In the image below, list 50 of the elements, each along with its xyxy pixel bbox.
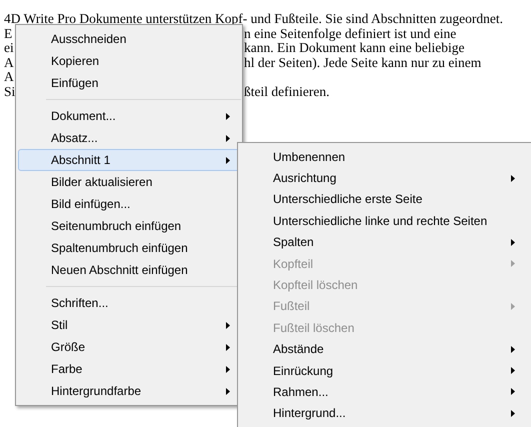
text-line: 4D Write Pro Dokumente unterstützen Kopf- und Fußteile. Sie sind Abschnitten zugeordnet.: [4, 12, 503, 27]
menu-item[interactable]: Bilder aktualisieren: [18, 171, 240, 193]
menu-item[interactable]: Hintergrund...: [240, 402, 529, 424]
submenu-arrow-icon: [226, 322, 230, 328]
menu-item[interactable]: Hintergrundfarbe: [18, 380, 240, 402]
menu-item[interactable]: Größe: [18, 336, 240, 358]
menu-item[interactable]: Einrückung: [240, 360, 529, 382]
menu-item[interactable]: Neuen Abschnitt einfügen: [18, 259, 240, 281]
submenu-arrow-icon: [511, 388, 515, 396]
submenu-arrow-icon: [511, 410, 515, 417]
submenu-arrow-icon: [226, 112, 230, 120]
menu-item[interactable]: Schriften...: [18, 292, 240, 314]
text-line: hl der Seiten). Jede Seite kann nur zu einem: [244, 56, 482, 70]
menu-item[interactable]: Kopieren: [18, 50, 240, 72]
submenu-arrow-icon: [511, 367, 515, 374]
text-line: ßteil definieren.: [244, 84, 330, 100]
submenu-arrow-icon: [511, 260, 515, 268]
menu-item[interactable]: Stil: [18, 314, 240, 336]
text-line: n eine Seitenfolge definiert ist und eine: [244, 26, 456, 42]
menu-item[interactable]: Seitenumbruch einfügen: [18, 215, 240, 237]
menu-item[interactable]: Ausschneiden: [18, 28, 240, 50]
submenu-arrow-icon: [511, 346, 515, 353]
text-line: ei: [4, 40, 14, 56]
text-line: E: [4, 26, 12, 41]
text-line: kann. Ein Dokument kann eine beliebige: [244, 41, 464, 56]
submenu-arrow-icon: [226, 366, 230, 372]
menu-item[interactable]: Unterschiedliche erste Seite: [240, 188, 529, 210]
text-line: Si: [4, 84, 16, 99]
menu-item[interactable]: Unterschiedliche linke und rechte Seiten: [240, 210, 529, 232]
menu-item[interactable]: Umbenennen: [240, 146, 529, 168]
menu-item[interactable]: Dokument...: [18, 105, 240, 127]
menu-item[interactable]: Bild einfügen...: [18, 193, 240, 215]
menu-item[interactable]: Spalten: [240, 232, 529, 253]
menu-item[interactable]: Spaltenumbruch einfügen: [18, 237, 240, 259]
submenu-arrow-icon: [511, 302, 515, 310]
submenu-arrow-icon: [226, 134, 230, 142]
menu-item[interactable]: Absatz...: [18, 127, 240, 149]
submenu-arrow-icon: [226, 388, 230, 394]
text-line: A: [4, 70, 14, 85]
menu-item[interactable]: Ausrichtung: [240, 167, 529, 189]
submenu-arrow-icon: [226, 156, 230, 164]
submenu-arrow-icon: [511, 238, 515, 246]
menu-item[interactable]: Abstände: [240, 338, 529, 360]
submenu-arrow-icon: [511, 174, 515, 182]
text-line: A: [4, 54, 14, 70]
menu-item[interactable]: Rahmen...: [240, 381, 529, 403]
submenu-arrow-icon: [226, 344, 230, 350]
menu-item[interactable]: Abschnitt 1: [18, 149, 240, 171]
menu-item[interactable]: Farbe: [18, 358, 240, 380]
menu-item[interactable]: Einfügen: [18, 72, 240, 94]
